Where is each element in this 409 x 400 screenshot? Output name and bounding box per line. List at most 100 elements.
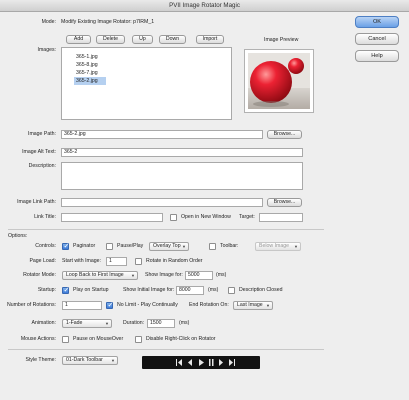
link-title-label: Link Title:	[34, 214, 56, 220]
duration-unit: (ms)	[179, 320, 190, 326]
disable-right-click-checkbox[interactable]	[135, 336, 142, 343]
mode-label: Mode:	[41, 19, 56, 25]
random-order-checkbox[interactable]	[135, 258, 142, 265]
target-input[interactable]	[259, 213, 303, 222]
image-path-label: Image Path:	[28, 131, 56, 137]
delete-image-button[interactable]: Delete	[96, 35, 125, 44]
import-button[interactable]: Import	[196, 35, 224, 44]
overlay-select-value: Overlay Top	[153, 243, 181, 249]
disable-right-click-label: Disable Right-Click on Rotator	[146, 336, 216, 342]
initial-image-for-label: Show Initial Image for:	[123, 287, 175, 293]
duration-label: Duration:	[123, 320, 145, 326]
pause-mouseover-label: Pause on MouseOver	[73, 336, 124, 342]
start-image-input[interactable]: 1	[106, 257, 127, 266]
show-image-for-input[interactable]: 5000	[185, 271, 213, 280]
link-path-label: Image Link Path:	[17, 199, 56, 205]
target-label: Target:	[239, 214, 255, 220]
paginator-checkbox[interactable]	[62, 242, 69, 250]
initial-image-for-input[interactable]: 8000	[176, 286, 204, 295]
new-window-checkbox[interactable]	[170, 214, 177, 221]
toolbar-controls	[176, 359, 235, 366]
image-preview	[244, 49, 314, 113]
pause-play-label: Pause/Play	[117, 243, 144, 249]
first-arrow-icon	[178, 359, 182, 366]
rotations-label: Number of Rotations:	[6, 302, 56, 308]
style-theme-value: 01-Dark Toolbar	[66, 357, 103, 363]
description-textarea[interactable]	[61, 162, 303, 190]
preview-label: Image Preview	[264, 37, 299, 43]
list-item[interactable]: 365-1.jpg	[76, 53, 106, 61]
toolbar-theme-preview	[142, 356, 260, 369]
move-up-button[interactable]: Up	[132, 35, 153, 44]
list-item-selected[interactable]: 365-2.jpg	[74, 77, 106, 85]
window-title: PVII Image Rotator Magic	[0, 0, 409, 12]
play-icon	[199, 359, 204, 366]
pause-icon	[209, 359, 211, 366]
show-image-for-label: Show Image for:	[145, 272, 183, 278]
chevron-down-icon: ▼	[111, 358, 115, 363]
ok-button[interactable]: OK	[355, 16, 399, 28]
help-button[interactable]: Help	[355, 50, 399, 62]
image-path-input[interactable]: 365-2.jpg	[61, 130, 263, 139]
start-with-label: Start with Image:	[62, 258, 101, 264]
page-load-label: Page Load:	[29, 258, 56, 264]
image-list[interactable]: 365-1.jpg 365-8.jpg 365-7.jpg 365-2.jpg	[61, 47, 232, 120]
rotator-mode-select[interactable]: Loop Back to First Image ▼	[62, 271, 138, 280]
add-image-button[interactable]: Add	[66, 35, 91, 44]
chevron-down-icon: ▼	[182, 244, 186, 249]
first-icon	[176, 359, 177, 366]
show-image-unit: (ms)	[216, 272, 227, 278]
pause-mouseover-checkbox[interactable]	[62, 336, 69, 343]
rotator-mode-value: Loop Back to First Image	[66, 272, 124, 278]
end-rotation-select[interactable]: Last Image ▼	[233, 301, 273, 310]
browse-link-button[interactable]: Browse...	[267, 198, 302, 207]
rotator-mode-label: Rotator Mode:	[23, 272, 56, 278]
startup-label: Startup:	[37, 287, 56, 293]
preview-photo	[248, 53, 310, 109]
animation-label: Animation:	[31, 320, 56, 326]
play-on-startup-label: Play on Startup	[73, 287, 109, 293]
previous-icon	[188, 359, 192, 366]
animation-value: 1-Fade	[66, 320, 83, 326]
initial-image-unit: (ms)	[208, 287, 219, 293]
animation-select[interactable]: 1-Fade ▼	[62, 319, 112, 328]
link-title-input[interactable]	[61, 213, 163, 222]
new-window-label: Open in New Window	[181, 214, 231, 220]
browse-image-button[interactable]: Browse...	[267, 130, 302, 139]
play-on-startup-checkbox[interactable]	[62, 286, 69, 294]
toolbar-label: Toolbar:	[220, 243, 239, 249]
chevron-down-icon: ▼	[266, 303, 270, 308]
duration-input[interactable]: 1500	[147, 319, 175, 328]
images-label: Images:	[37, 47, 56, 53]
end-rotation-value: Last Image	[237, 302, 263, 308]
cancel-button[interactable]: Cancel	[355, 33, 399, 45]
description-closed-checkbox[interactable]	[228, 287, 235, 294]
end-rotation-label: End Rotation On:	[189, 302, 229, 308]
mode-value: Modify Existing Image Rotator: p7IRM_1	[61, 19, 155, 25]
options-heading: Options:	[8, 233, 28, 239]
chevron-down-icon: ▼	[131, 273, 135, 278]
divider	[8, 349, 324, 350]
alt-text-input[interactable]: 365-2	[61, 148, 303, 157]
overlay-select[interactable]: Overlay Top ▼	[149, 242, 189, 251]
no-limit-label: No Limit - Play Continually	[117, 302, 178, 308]
next-icon	[219, 359, 223, 366]
divider	[8, 229, 324, 230]
list-item[interactable]: 365-7.jpg	[76, 69, 106, 77]
style-theme-select[interactable]: 01-Dark Toolbar ▼	[62, 356, 118, 365]
description-closed-label: Description Closed	[239, 287, 283, 293]
style-theme-label: Style Theme:	[25, 357, 56, 363]
no-limit-checkbox[interactable]	[106, 301, 113, 309]
chevron-down-icon: ▼	[294, 244, 298, 249]
move-down-button[interactable]: Down	[159, 35, 186, 44]
paginator-label: Paginator	[73, 243, 96, 249]
chevron-down-icon: ▼	[105, 321, 109, 326]
toolbar-position-select[interactable]: Below Image ▼	[255, 242, 301, 251]
mouse-actions-label: Mouse Actions:	[20, 336, 56, 342]
toolbar-checkbox[interactable]	[209, 243, 216, 250]
list-item[interactable]: 365-8.jpg	[76, 61, 106, 69]
pause-play-checkbox[interactable]	[106, 243, 113, 250]
link-path-input[interactable]	[61, 198, 263, 207]
random-order-label: Rotate in Random Order	[146, 258, 203, 264]
rotations-input[interactable]: 1	[62, 301, 102, 310]
